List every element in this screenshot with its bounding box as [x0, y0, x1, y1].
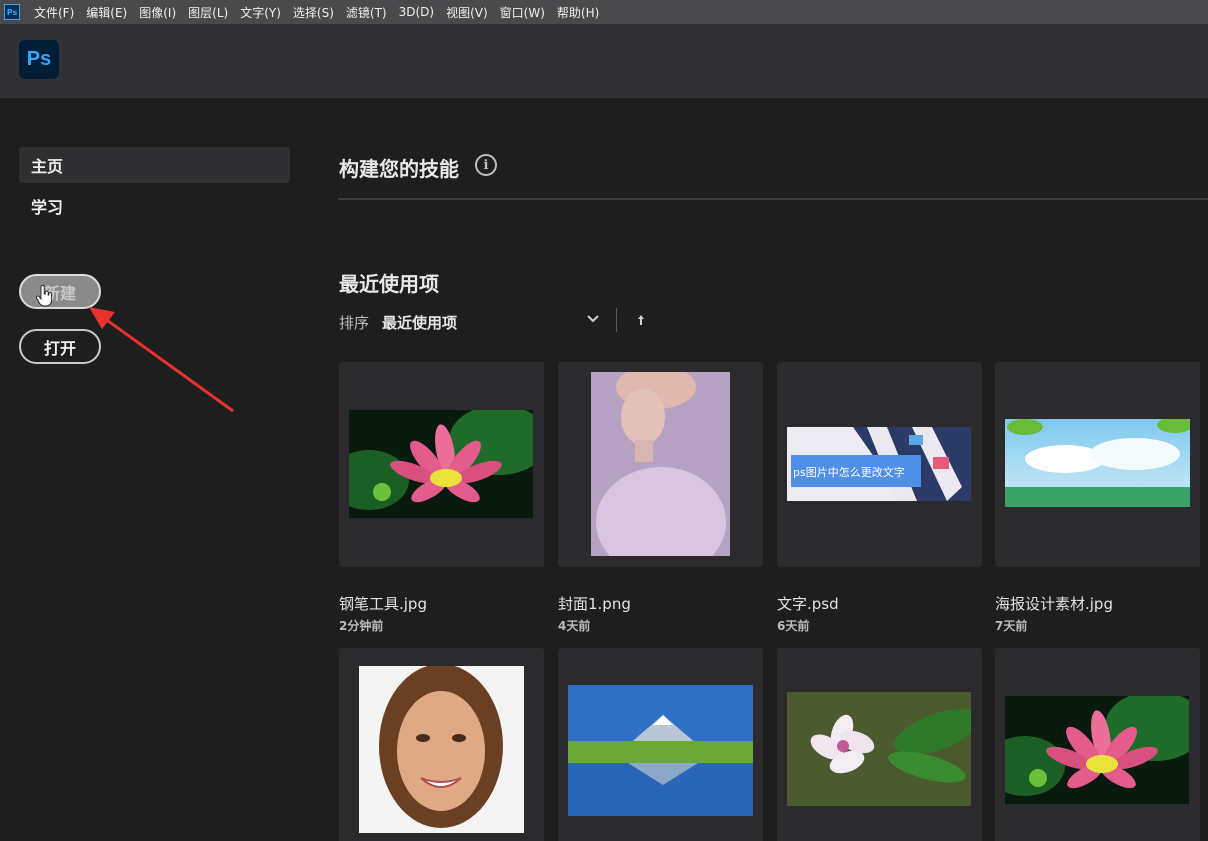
sidebar: 主页 学习 新建 打开	[0, 98, 310, 841]
file-name[interactable]: 海报设计素材.jpg	[995, 593, 1113, 614]
recent-file-card[interactable]	[777, 648, 982, 841]
section-divider	[338, 198, 1208, 200]
annotation-arrow	[89, 307, 234, 413]
menu-select[interactable]: 选择(S)	[293, 4, 334, 21]
menu-edit[interactable]: 编辑(E)	[86, 4, 127, 21]
portrait-painting-icon	[591, 372, 730, 556]
build-skills-title: 构建您的技能	[339, 157, 459, 181]
recent-file-card[interactable]	[995, 362, 1200, 567]
file-name[interactable]: 文字.psd	[777, 593, 839, 614]
photoshop-logo: Ps	[19, 40, 59, 79]
plumeria-icon	[787, 692, 971, 806]
menu-file[interactable]: 文件(F)	[34, 4, 74, 21]
file-time: 4天前	[558, 619, 591, 633]
menu-image[interactable]: 图像(I)	[139, 4, 176, 21]
text-banner-icon: ps图片中怎么更改文字	[787, 427, 971, 501]
sort-dropdown[interactable]: 最近使用项	[382, 312, 457, 333]
recent-file-card[interactable]	[339, 648, 544, 841]
sort-direction-arrow-icon[interactable]	[635, 314, 647, 328]
main-content: 构建您的技能 i 最近使用项 排序 最近使用项 ps图片中怎么更改文字 钢笔工具…	[338, 98, 1208, 841]
menu-help[interactable]: 帮助(H)	[557, 4, 599, 21]
lotus-icon	[349, 410, 533, 518]
sky-landscape-icon	[1005, 419, 1190, 507]
recent-file-card[interactable]: ps图片中怎么更改文字	[777, 362, 982, 567]
info-icon[interactable]: i	[475, 154, 497, 176]
photoshop-app-icon[interactable]: Ps	[4, 4, 20, 20]
file-name[interactable]: 封面1.png	[558, 593, 631, 614]
sort-separator	[616, 308, 617, 332]
mountain-lake-icon	[568, 685, 753, 816]
menu-view[interactable]: 视图(V)	[446, 4, 488, 21]
face-portrait-icon	[359, 666, 524, 833]
file-time: 6天前	[777, 619, 810, 633]
sidebar-item-home[interactable]: 主页	[19, 147, 290, 183]
recent-file-card[interactable]	[339, 362, 544, 567]
recent-file-card[interactable]	[995, 648, 1200, 841]
recent-file-card[interactable]	[558, 362, 763, 567]
file-time: 7天前	[995, 619, 1028, 633]
menu-window[interactable]: 窗口(W)	[500, 4, 545, 21]
lotus-icon	[1005, 696, 1189, 804]
menu-3d[interactable]: 3D(D)	[399, 5, 434, 19]
file-time: 2分钟前	[339, 619, 384, 633]
sidebar-item-learn[interactable]: 学习	[19, 188, 290, 224]
recent-title: 最近使用项	[339, 272, 439, 296]
home-header: Ps	[0, 24, 1208, 98]
chevron-down-icon[interactable]	[586, 312, 600, 326]
menu-bar: Ps 文件(F) 编辑(E) 图像(I) 图层(L) 文字(Y) 选择(S) 滤…	[0, 0, 1208, 24]
hand-cursor-icon	[36, 285, 53, 307]
sort-label: 排序	[339, 314, 370, 332]
banner-text: ps图片中怎么更改文字	[793, 465, 905, 479]
file-name[interactable]: 钢笔工具.jpg	[339, 593, 427, 614]
menu-filter[interactable]: 滤镜(T)	[346, 4, 387, 21]
menu-layer[interactable]: 图层(L)	[188, 4, 228, 21]
recent-file-card[interactable]	[558, 648, 763, 841]
menu-type[interactable]: 文字(Y)	[240, 4, 281, 21]
